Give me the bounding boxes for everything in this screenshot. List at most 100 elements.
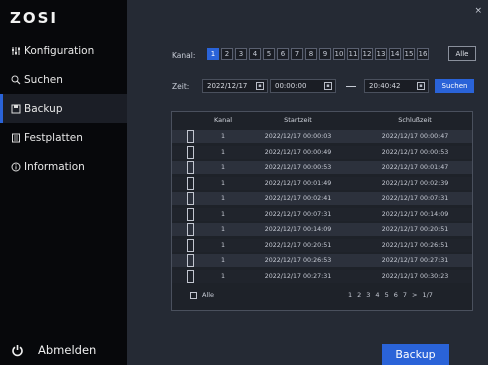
- row-kanal: 1: [220, 164, 225, 171]
- row-checkbox-cell[interactable]: [172, 192, 208, 205]
- table-row[interactable]: 1 2022/12/17 00:07:31 2022/12/17 00:14:09: [172, 207, 472, 221]
- row-checkbox-cell[interactable]: [172, 254, 208, 267]
- sidebar-item-label: Suchen: [24, 73, 63, 86]
- sidebar-item-backup[interactable]: Backup: [0, 94, 127, 123]
- channel-button[interactable]: 11: [347, 48, 359, 60]
- info-icon: [10, 161, 21, 172]
- table-row[interactable]: 1 2022/12/17 00:00:03 2022/12/17 00:00:47: [172, 130, 472, 143]
- end-time-field[interactable]: 20:40:42 ▪: [364, 79, 429, 93]
- page-link[interactable]: 5: [385, 291, 389, 299]
- row-checkbox-cell[interactable]: [172, 176, 208, 190]
- row-checkbox-cell[interactable]: [172, 269, 208, 283]
- table-row[interactable]: 1 2022/12/17 00:26:53 2022/12/17 00:27:31: [172, 254, 472, 267]
- row-startzeit: 2022/12/17 00:00:03: [264, 133, 332, 140]
- channel-selector: 1 2 3 4 5 6 7 8 9 10 11 12 13 14 15 16: [207, 48, 429, 60]
- channel-button[interactable]: 5: [263, 48, 275, 60]
- kanal-label: Kanal:: [172, 51, 196, 60]
- row-checkbox[interactable]: [186, 238, 194, 252]
- row-startzeit: 2022/12/17 00:26:53: [264, 257, 332, 264]
- channel-button[interactable]: 7: [291, 48, 303, 60]
- settings-icon: [10, 45, 21, 56]
- table-row[interactable]: 1 2022/12/17 00:01:49 2022/12/17 00:02:39: [172, 176, 472, 190]
- start-time-field[interactable]: 00:00:00 ▪: [270, 79, 336, 93]
- end-time-value: 20:40:42: [369, 82, 401, 90]
- row-checkbox-cell[interactable]: [172, 161, 208, 174]
- close-icon[interactable]: ×: [474, 6, 482, 16]
- channel-button[interactable]: 12: [361, 48, 373, 60]
- row-schlusszeit: 2022/12/17 00:07:31: [381, 195, 449, 202]
- row-kanal: 1: [220, 241, 225, 249]
- channel-button[interactable]: 3: [235, 48, 247, 60]
- row-schlusszeit: 2022/12/17 00:02:39: [381, 179, 449, 187]
- row-startzeit: 2022/12/17 00:14:09: [264, 226, 332, 233]
- channel-button[interactable]: 4: [249, 48, 261, 60]
- row-kanal: 1: [220, 133, 225, 140]
- channel-button[interactable]: 1: [207, 48, 219, 60]
- row-kanal: 1: [220, 210, 225, 218]
- all-channels-button[interactable]: Alle: [448, 46, 476, 61]
- calendar-icon[interactable]: ▪: [256, 82, 264, 90]
- start-date-value: 2022/12/17: [207, 82, 248, 90]
- sidebar-item-festplatten[interactable]: Festplatten: [0, 123, 127, 152]
- harddisk-icon: [10, 132, 21, 143]
- table-row[interactable]: 1 2022/12/17 00:00:53 2022/12/17 00:01:47: [172, 161, 472, 174]
- time-picker-icon[interactable]: ▪: [324, 82, 332, 90]
- channel-button[interactable]: 10: [333, 48, 345, 60]
- channel-button[interactable]: 9: [319, 48, 331, 60]
- row-checkbox-cell[interactable]: [172, 238, 208, 252]
- channel-button[interactable]: 15: [403, 48, 415, 60]
- row-checkbox-cell[interactable]: [172, 207, 208, 221]
- page-link[interactable]: >: [412, 291, 417, 299]
- search-button[interactable]: Suchen: [435, 79, 474, 93]
- select-all[interactable]: Alle: [190, 291, 214, 299]
- row-checkbox[interactable]: [186, 176, 194, 190]
- table-row[interactable]: 1 2022/12/17 00:20:51 2022/12/17 00:26:51: [172, 238, 472, 252]
- page-link[interactable]: 4: [375, 291, 379, 299]
- page-link[interactable]: 7: [403, 291, 407, 299]
- row-checkbox[interactable]: [186, 207, 194, 221]
- row-checkbox[interactable]: [186, 161, 194, 174]
- page-link[interactable]: 6: [394, 291, 398, 299]
- sidebar-item-suchen[interactable]: Suchen: [0, 65, 127, 94]
- row-schlusszeit: 2022/12/17 00:00:53: [381, 148, 449, 156]
- start-date-field[interactable]: 2022/12/17 ▪: [202, 79, 268, 93]
- channel-button[interactable]: 2: [221, 48, 233, 60]
- sidebar-item-label: Festplatten: [24, 131, 83, 144]
- range-separator: [346, 86, 356, 87]
- row-checkbox[interactable]: [186, 223, 194, 236]
- backup-panel: × Kanal: 1 2 3 4 5 6 7 8 9 10 11 12 13 14 15 16 Alle Ze…: [127, 0, 488, 365]
- channel-button[interactable]: 13: [375, 48, 387, 60]
- page-link[interactable]: 2: [357, 291, 361, 299]
- row-checkbox[interactable]: [186, 269, 194, 283]
- table-row[interactable]: 1 2022/12/17 00:02:41 2022/12/17 00:07:31: [172, 192, 472, 205]
- table-row[interactable]: 1 2022/12/17 00:27:31 2022/12/17 00:30:23: [172, 269, 472, 283]
- page-link[interactable]: 3: [366, 291, 370, 299]
- select-all-checkbox[interactable]: [190, 291, 197, 299]
- channel-button[interactable]: 8: [305, 48, 317, 60]
- row-schlusszeit: 2022/12/17 00:26:51: [381, 241, 449, 249]
- backup-icon: [10, 103, 21, 114]
- row-checkbox-cell[interactable]: [172, 223, 208, 236]
- page-link[interactable]: 1/7: [422, 291, 432, 299]
- channel-button[interactable]: 16: [417, 48, 429, 60]
- page-link[interactable]: 1: [348, 291, 352, 299]
- sidebar-item-information[interactable]: Information: [0, 152, 127, 181]
- table-row[interactable]: 1 2022/12/17 00:14:09 2022/12/17 00:20:51: [172, 223, 472, 236]
- time-picker-icon[interactable]: ▪: [417, 82, 425, 90]
- logout-button[interactable]: Abmelden: [10, 343, 96, 357]
- row-kanal: 1: [220, 226, 225, 233]
- row-checkbox-cell[interactable]: [172, 130, 208, 143]
- row-checkbox[interactable]: [186, 192, 194, 205]
- row-checkbox[interactable]: [186, 254, 194, 267]
- table-header: Kanal Startzeit Schlußzeit: [172, 112, 472, 128]
- channel-button[interactable]: 14: [389, 48, 401, 60]
- row-checkbox[interactable]: [186, 130, 194, 143]
- table-row[interactable]: 1 2022/12/17 00:00:49 2022/12/17 00:00:53: [172, 145, 472, 159]
- row-checkbox-cell[interactable]: [172, 145, 208, 159]
- sidebar-item-konfiguration[interactable]: Konfiguration: [0, 36, 127, 65]
- row-checkbox[interactable]: [186, 145, 194, 159]
- backup-button[interactable]: Backup: [382, 344, 449, 365]
- row-kanal: 1: [220, 195, 225, 202]
- channel-button[interactable]: 6: [277, 48, 289, 60]
- row-schlusszeit: 2022/12/17 00:14:09: [381, 210, 449, 218]
